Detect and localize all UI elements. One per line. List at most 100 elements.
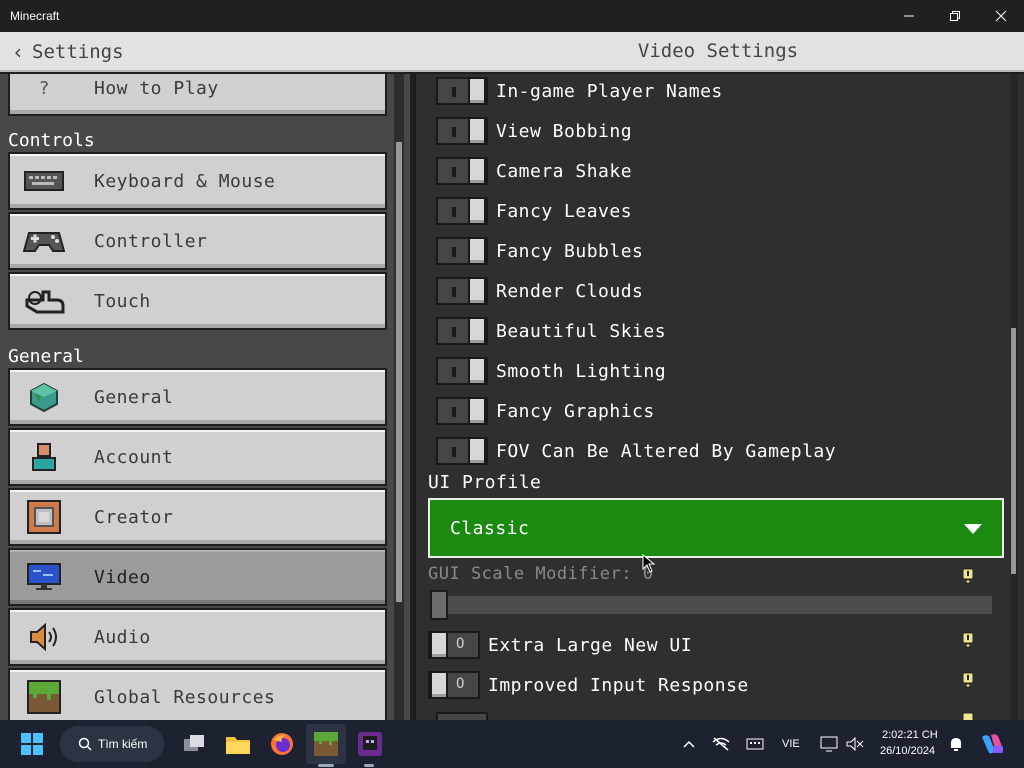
sidebar-item-touch[interactable]: Touch xyxy=(8,272,387,330)
toggle-row[interactable]: Beautiful Skies xyxy=(436,316,666,346)
ui-profile-dropdown[interactable]: Classic xyxy=(428,498,1004,558)
info-icon[interactable] xyxy=(962,568,974,584)
toggle-switch[interactable] xyxy=(436,397,488,425)
restore-button[interactable] xyxy=(932,0,978,32)
start-button[interactable] xyxy=(12,724,52,764)
improved-input-toggle[interactable]: O xyxy=(428,671,480,699)
file-explorer-button[interactable] xyxy=(218,724,258,764)
launcher-icon xyxy=(358,732,382,756)
toggle-row[interactable]: Smooth Lighting xyxy=(436,356,666,386)
speaker-icon xyxy=(22,619,66,655)
ui-profile-label: UI Profile xyxy=(428,472,542,493)
toggle-row[interactable]: View Bobbing xyxy=(436,116,632,146)
sidebar-scrollbar-thumb[interactable] xyxy=(396,142,402,602)
task-view-button[interactable] xyxy=(174,724,214,764)
window-title: Minecraft xyxy=(10,9,60,23)
restore-icon xyxy=(950,11,960,21)
sidebar-item-label: Touch xyxy=(94,290,151,312)
sidebar-item-account[interactable]: Account xyxy=(8,428,387,486)
toggle-row[interactable]: Fancy Leaves xyxy=(436,196,632,226)
gui-scale-label: GUI Scale Modifier: 0 xyxy=(428,564,654,584)
toggle-switch[interactable] xyxy=(436,437,488,465)
toggle-switch[interactable] xyxy=(436,237,488,265)
toggle-label: View Bobbing xyxy=(496,120,633,142)
dropdown-arrow-icon xyxy=(964,524,982,534)
toggle-row[interactable]: FOV Can Be Altered By Gameplay xyxy=(436,436,836,466)
toggle-switch[interactable] xyxy=(436,317,488,345)
toggle-row[interactable]: Fancy Graphics xyxy=(436,396,655,426)
sidebar-item-controller[interactable]: Controller xyxy=(8,212,387,270)
sidebar-item-global-resources[interactable]: Global Resources xyxy=(8,668,387,720)
toggle-switch[interactable] xyxy=(436,77,488,105)
sidebar-item-label: Video xyxy=(94,566,151,588)
sidebar-item-label: How to Play xyxy=(94,77,219,99)
page-title: Video Settings xyxy=(637,40,799,62)
gui-scale-slider-handle[interactable] xyxy=(430,590,448,620)
volume-button[interactable] xyxy=(838,724,872,764)
sidebar-item-video[interactable]: Video xyxy=(8,548,387,606)
content-scrollbar-thumb[interactable] xyxy=(1011,328,1016,574)
extra-large-ui-toggle[interactable]: O xyxy=(428,631,480,659)
launcher-taskbar-button[interactable] xyxy=(350,724,390,764)
minimize-button[interactable] xyxy=(886,0,932,32)
toggle-label: Smooth Lighting xyxy=(496,360,667,382)
back-button[interactable]: ‹ Settings xyxy=(12,40,124,64)
sidebar-item-label: Account xyxy=(94,446,174,468)
toggle-switch[interactable] xyxy=(436,157,488,185)
toggle-label: In-game Player Names xyxy=(496,80,723,102)
firefox-icon xyxy=(271,733,293,755)
toggle-row-improved-input-response[interactable]: O Improved Input Response xyxy=(428,670,749,700)
folder-icon xyxy=(226,737,250,754)
taskbar-search[interactable]: Tìm kiếm xyxy=(60,726,164,762)
toggle-row[interactable]: Fancy Bubbles xyxy=(436,236,643,266)
toggle-row[interactable]: In-game Player Names xyxy=(436,76,723,106)
minecraft-taskbar-button[interactable] xyxy=(306,724,346,764)
windows-taskbar: Tìm kiếm VIE 2:02:21 CH 26/10/2024 xyxy=(0,720,1024,768)
info-icon[interactable] xyxy=(962,632,974,648)
sidebar-item-audio[interactable]: Audio xyxy=(8,608,387,666)
keyboard-button[interactable] xyxy=(738,724,772,764)
gui-scale-slider[interactable] xyxy=(430,590,992,620)
notification-button[interactable] xyxy=(942,724,970,764)
clock-time[interactable]: 2:02:21 CH xyxy=(882,729,938,741)
network-button[interactable] xyxy=(704,724,738,764)
chevron-left-icon: ‹ xyxy=(12,40,25,64)
show-hidden-icons-button[interactable] xyxy=(672,724,706,764)
sidebar-item-how-to-play[interactable]: ? How to Play xyxy=(8,74,387,116)
info-icon[interactable] xyxy=(962,712,974,720)
sidebar-item-label: Creator xyxy=(94,506,174,528)
chevron-up-icon xyxy=(683,740,695,748)
sidebar-item-keyboard-mouse[interactable]: Keyboard & Mouse xyxy=(8,152,387,210)
language-indicator[interactable]: VIE xyxy=(782,738,800,750)
clock-date[interactable]: 26/10/2024 xyxy=(880,745,935,757)
close-icon xyxy=(995,10,1007,22)
toggle-label: Render Clouds xyxy=(496,280,644,302)
sidebar-item-label: Keyboard & Mouse xyxy=(94,170,276,192)
toggle-label: Fancy Leaves xyxy=(496,200,633,222)
close-button[interactable] xyxy=(978,0,1024,32)
toggle-row[interactable]: Render Clouds xyxy=(436,276,643,306)
sidebar-item-label: Audio xyxy=(94,626,151,648)
toggle-label: FOV Can Be Altered By Gameplay xyxy=(496,440,837,462)
windows-logo-icon xyxy=(21,733,43,755)
partial-toggle[interactable] xyxy=(436,712,488,720)
firefox-button[interactable] xyxy=(262,724,302,764)
video-settings-panel: In-game Player Names View Bobbing Camera S… xyxy=(414,74,1024,720)
toggle-switch[interactable] xyxy=(436,357,488,385)
sidebar-item-creator[interactable]: Creator xyxy=(8,488,387,546)
minimize-icon xyxy=(904,15,914,17)
grass-block-icon xyxy=(22,679,66,715)
keyboard-icon xyxy=(746,738,764,750)
toggle-switch[interactable] xyxy=(436,117,488,145)
sidebar-scrollbar[interactable] xyxy=(394,74,404,720)
toggle-row[interactable]: Camera Shake xyxy=(436,156,632,186)
toggle-switch[interactable] xyxy=(436,277,488,305)
copilot-button[interactable] xyxy=(974,724,1010,764)
sidebar-item-general[interactable]: General xyxy=(8,368,387,426)
toggle-row-extra-large-new-ui[interactable]: O Extra Large New UI xyxy=(428,630,692,660)
toggle-label: Camera Shake xyxy=(496,160,633,182)
content-scrollbar[interactable] xyxy=(1010,74,1018,720)
info-icon[interactable] xyxy=(962,672,974,688)
toggle-switch[interactable] xyxy=(436,197,488,225)
touch-icon xyxy=(22,283,66,319)
